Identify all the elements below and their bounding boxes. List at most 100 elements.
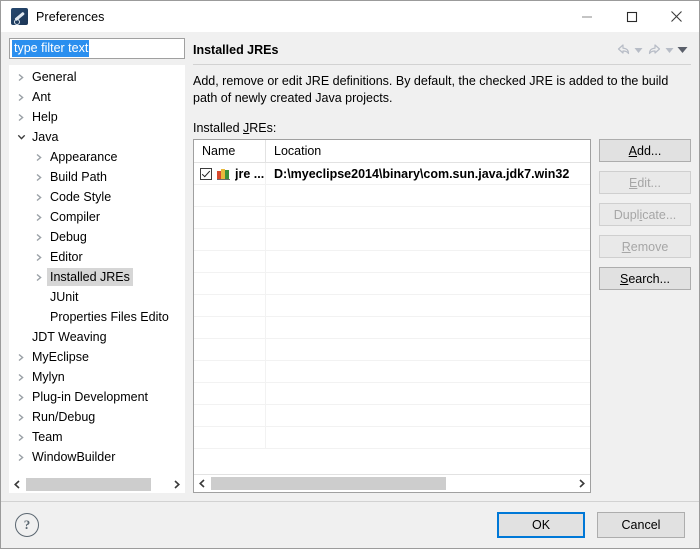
preferences-wrench-icon bbox=[11, 8, 28, 25]
column-header-location[interactable]: Location bbox=[266, 140, 590, 162]
chevron-right-icon[interactable] bbox=[31, 153, 47, 162]
back-arrow-icon[interactable] bbox=[615, 42, 631, 58]
chevron-right-icon[interactable] bbox=[31, 273, 47, 282]
chevron-right-icon[interactable] bbox=[13, 93, 29, 102]
chevron-right-icon[interactable] bbox=[13, 353, 29, 362]
cell-name[interactable]: jre ... bbox=[194, 163, 266, 184]
tree-item-general[interactable]: General bbox=[9, 67, 185, 87]
jre-checkbox[interactable] bbox=[200, 167, 212, 180]
table-scroll-track[interactable] bbox=[211, 476, 573, 491]
filter-input-value: type filter text bbox=[12, 40, 90, 57]
tree-item-properties-files-edito[interactable]: Properties Files Edito bbox=[9, 307, 185, 327]
table-scroll-left-icon[interactable] bbox=[194, 475, 211, 492]
tree-item-label: Mylyn bbox=[32, 370, 65, 384]
content-area: type filter text General Ant Help Java Appea… bbox=[1, 32, 699, 493]
cell-name-empty bbox=[194, 339, 266, 360]
tree-item-junit[interactable]: JUnit bbox=[9, 287, 185, 307]
tree-item-label: General bbox=[32, 70, 77, 84]
chevron-right-icon[interactable] bbox=[31, 193, 47, 202]
tree-item-installed-jres[interactable]: Installed JREs bbox=[9, 267, 185, 287]
tree-item-help[interactable]: Help bbox=[9, 107, 185, 127]
cell-name-empty bbox=[194, 229, 266, 250]
tree-item-code-style[interactable]: Code Style bbox=[9, 187, 185, 207]
table-empty-row bbox=[194, 295, 590, 317]
button-mnemonic: i bbox=[639, 207, 643, 222]
table-horizontal-scrollbar[interactable] bbox=[194, 474, 590, 492]
tree-item-build-path[interactable]: Build Path bbox=[9, 167, 185, 187]
minimize-icon[interactable] bbox=[564, 1, 609, 32]
table-empty-row bbox=[194, 405, 590, 427]
chevron-right-icon[interactable] bbox=[31, 233, 47, 242]
tree-item-debug[interactable]: Debug bbox=[9, 227, 185, 247]
tree-item-myeclipse[interactable]: MyEclipse bbox=[9, 347, 185, 367]
chevron-right-icon[interactable] bbox=[31, 173, 47, 182]
chevron-right-icon[interactable] bbox=[13, 433, 29, 442]
chevron-right-icon[interactable] bbox=[13, 453, 29, 462]
add-button[interactable]: Add... bbox=[599, 139, 691, 162]
edit-button: Edit... bbox=[599, 171, 691, 194]
tree-item-ant[interactable]: Ant bbox=[9, 87, 185, 107]
tree-item-label: JUnit bbox=[50, 290, 79, 304]
chevron-right-icon[interactable] bbox=[31, 213, 47, 222]
tree-item-label: Editor bbox=[50, 250, 83, 264]
chevron-right-icon[interactable] bbox=[31, 253, 47, 262]
tree-item-label: Code Style bbox=[50, 190, 112, 204]
search-button[interactable]: Search... bbox=[599, 267, 691, 290]
tree-item-windowbuilder[interactable]: WindowBuilder bbox=[9, 447, 185, 467]
back-dropdown-icon[interactable] bbox=[633, 42, 644, 58]
tree-item-compiler[interactable]: Compiler bbox=[9, 207, 185, 227]
tree-item-label: Java bbox=[32, 130, 59, 144]
close-icon[interactable] bbox=[654, 1, 699, 32]
forward-dropdown-icon[interactable] bbox=[664, 42, 675, 58]
tree-scroll-thumb[interactable] bbox=[26, 478, 151, 491]
table-row[interactable]: jre ... D:\myeclipse2014\binary\com.sun.j… bbox=[194, 163, 590, 185]
table-scroll-thumb[interactable] bbox=[211, 477, 447, 490]
ok-button[interactable]: OK bbox=[497, 512, 585, 538]
help-icon[interactable]: ? bbox=[15, 513, 39, 537]
tree-item-label: Installed JREs bbox=[47, 268, 133, 286]
table-empty-row bbox=[194, 317, 590, 339]
page-header: Installed JREs bbox=[193, 38, 691, 64]
column-header-name[interactable]: Name bbox=[194, 140, 266, 162]
forward-arrow-icon[interactable] bbox=[646, 42, 662, 58]
chevron-right-icon[interactable] bbox=[13, 73, 29, 82]
table-empty-row bbox=[194, 229, 590, 251]
tree-horizontal-scrollbar[interactable] bbox=[9, 475, 185, 493]
chevron-right-icon[interactable] bbox=[13, 113, 29, 122]
preferences-tree[interactable]: General Ant Help Java Appearance Build Path Co… bbox=[9, 65, 185, 475]
chevron-right-icon[interactable] bbox=[13, 413, 29, 422]
tree-item-editor[interactable]: Editor bbox=[9, 247, 185, 267]
jre-table-body[interactable]: jre ... D:\myeclipse2014\binary\com.sun.j… bbox=[194, 163, 590, 474]
tree-item-label: Run/Debug bbox=[32, 410, 96, 424]
cell-name-empty bbox=[194, 317, 266, 338]
table-empty-row bbox=[194, 383, 590, 405]
tree-scroll-right-icon[interactable] bbox=[168, 476, 185, 493]
tree-item-java[interactable]: Java bbox=[9, 127, 185, 147]
cell-name-empty bbox=[194, 185, 266, 206]
tree-scroll-left-icon[interactable] bbox=[9, 476, 26, 493]
tree-item-appearance[interactable]: Appearance bbox=[9, 147, 185, 167]
filter-input[interactable]: type filter text bbox=[9, 38, 185, 59]
chevron-right-icon[interactable] bbox=[13, 373, 29, 382]
maximize-icon[interactable] bbox=[609, 1, 654, 32]
tree-item-team[interactable]: Team bbox=[9, 427, 185, 447]
tree-item-mylyn[interactable]: Mylyn bbox=[9, 367, 185, 387]
tree-item-run-debug[interactable]: Run/Debug bbox=[9, 407, 185, 427]
cell-name-empty bbox=[194, 383, 266, 404]
page-title: Installed JREs bbox=[193, 43, 279, 57]
dialog-footer: ? OK Cancel bbox=[1, 502, 699, 548]
button-mnemonic: S bbox=[619, 271, 629, 286]
duplicate-button: Duplicate... bbox=[599, 203, 691, 226]
tree-item-plug-in-development[interactable]: Plug-in Development bbox=[9, 387, 185, 407]
table-scroll-right-icon[interactable] bbox=[573, 475, 590, 492]
jre-table[interactable]: Name Location jre ... D:\myeclipse2014\bi… bbox=[193, 139, 591, 493]
view-menu-dropdown-icon[interactable] bbox=[677, 42, 688, 58]
tree-item-jdt-weaving[interactable]: JDT Weaving bbox=[9, 327, 185, 347]
tree-scroll-track[interactable] bbox=[26, 477, 168, 492]
table-empty-row bbox=[194, 185, 590, 207]
title-bar: Preferences bbox=[1, 1, 699, 32]
chevron-right-icon[interactable] bbox=[13, 393, 29, 402]
chevron-down-icon[interactable] bbox=[13, 133, 29, 141]
cancel-button[interactable]: Cancel bbox=[597, 512, 685, 538]
button-label: Add... bbox=[628, 143, 662, 158]
